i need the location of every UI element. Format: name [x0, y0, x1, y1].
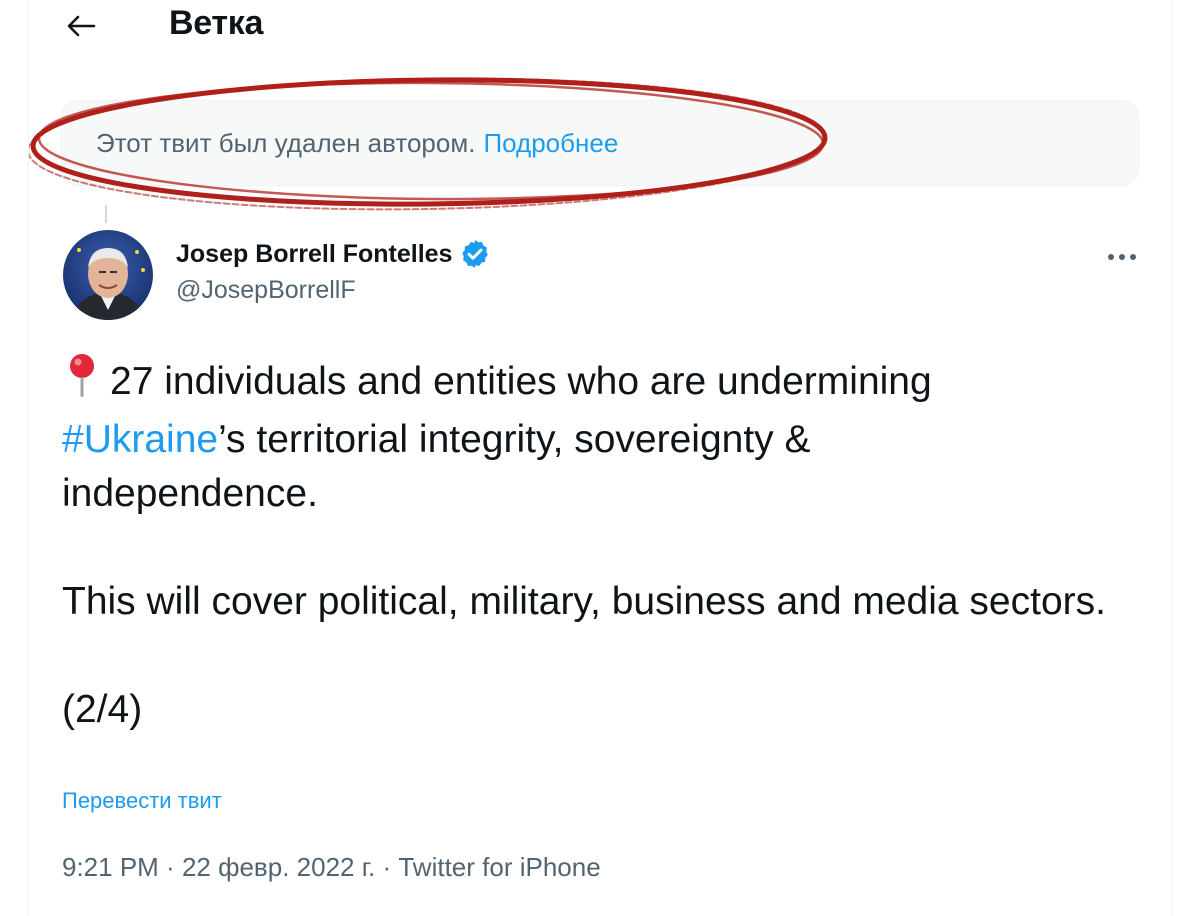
translate-tweet-link[interactable]: Перевести твит — [62, 788, 222, 814]
author-name-text: Josep Borrell Fontelles — [176, 239, 453, 268]
tweet-source[interactable]: Twitter for iPhone — [398, 852, 600, 882]
tweet-line-3: independence. — [62, 472, 318, 515]
round-pushpin-icon — [62, 352, 102, 413]
arrow-left-icon — [67, 15, 96, 37]
learn-more-link[interactable]: Подробнее — [483, 128, 618, 159]
deleted-notice-text: Этот твит был удален автором. — [96, 127, 476, 158]
meta-separator: · — [158, 852, 182, 882]
tweet-metadata: 9:21 PM · 22 февр. 2022 г. · Twitter for… — [62, 852, 601, 883]
thread-connector-line — [105, 205, 107, 223]
hashtag-link[interactable]: #Ukraine — [62, 418, 218, 461]
header: Ветка — [29, 0, 1171, 58]
deleted-tweet-notice: Этот твит был удален автором. Подробнее — [61, 100, 1139, 186]
avatar[interactable] — [63, 230, 153, 320]
tweet-body: 27 individuals and entities who are unde… — [62, 352, 1122, 737]
tweet-time[interactable]: 9:21 PM — [62, 852, 159, 882]
meta-separator: · — [375, 852, 399, 882]
timeline-column: Ветка Этот твит был удален автором. Подр… — [28, 0, 1172, 916]
more-horizontal-icon — [1108, 254, 1136, 260]
back-button[interactable] — [57, 6, 105, 46]
tweet-line-2: ’s territorial integrity, sovereignty & — [218, 418, 811, 461]
page-title: Ветка — [169, 4, 264, 42]
author-handle[interactable]: @JosepBorrellF — [176, 276, 356, 305]
tweet-line-1: 27 individuals and entities who are unde… — [110, 360, 932, 403]
author-name[interactable]: Josep Borrell Fontelles — [176, 238, 491, 270]
tweet-paragraph-1: 27 individuals and entities who are unde… — [62, 352, 1122, 521]
tweet-paragraph-2: This will cover political, military, bus… — [62, 580, 1106, 623]
verified-badge-icon — [459, 238, 491, 270]
tweet-paragraph-3: (2/4) — [62, 688, 143, 731]
more-options-button[interactable] — [1099, 240, 1145, 274]
tweet-date[interactable]: 22 февр. 2022 г. — [182, 852, 375, 882]
